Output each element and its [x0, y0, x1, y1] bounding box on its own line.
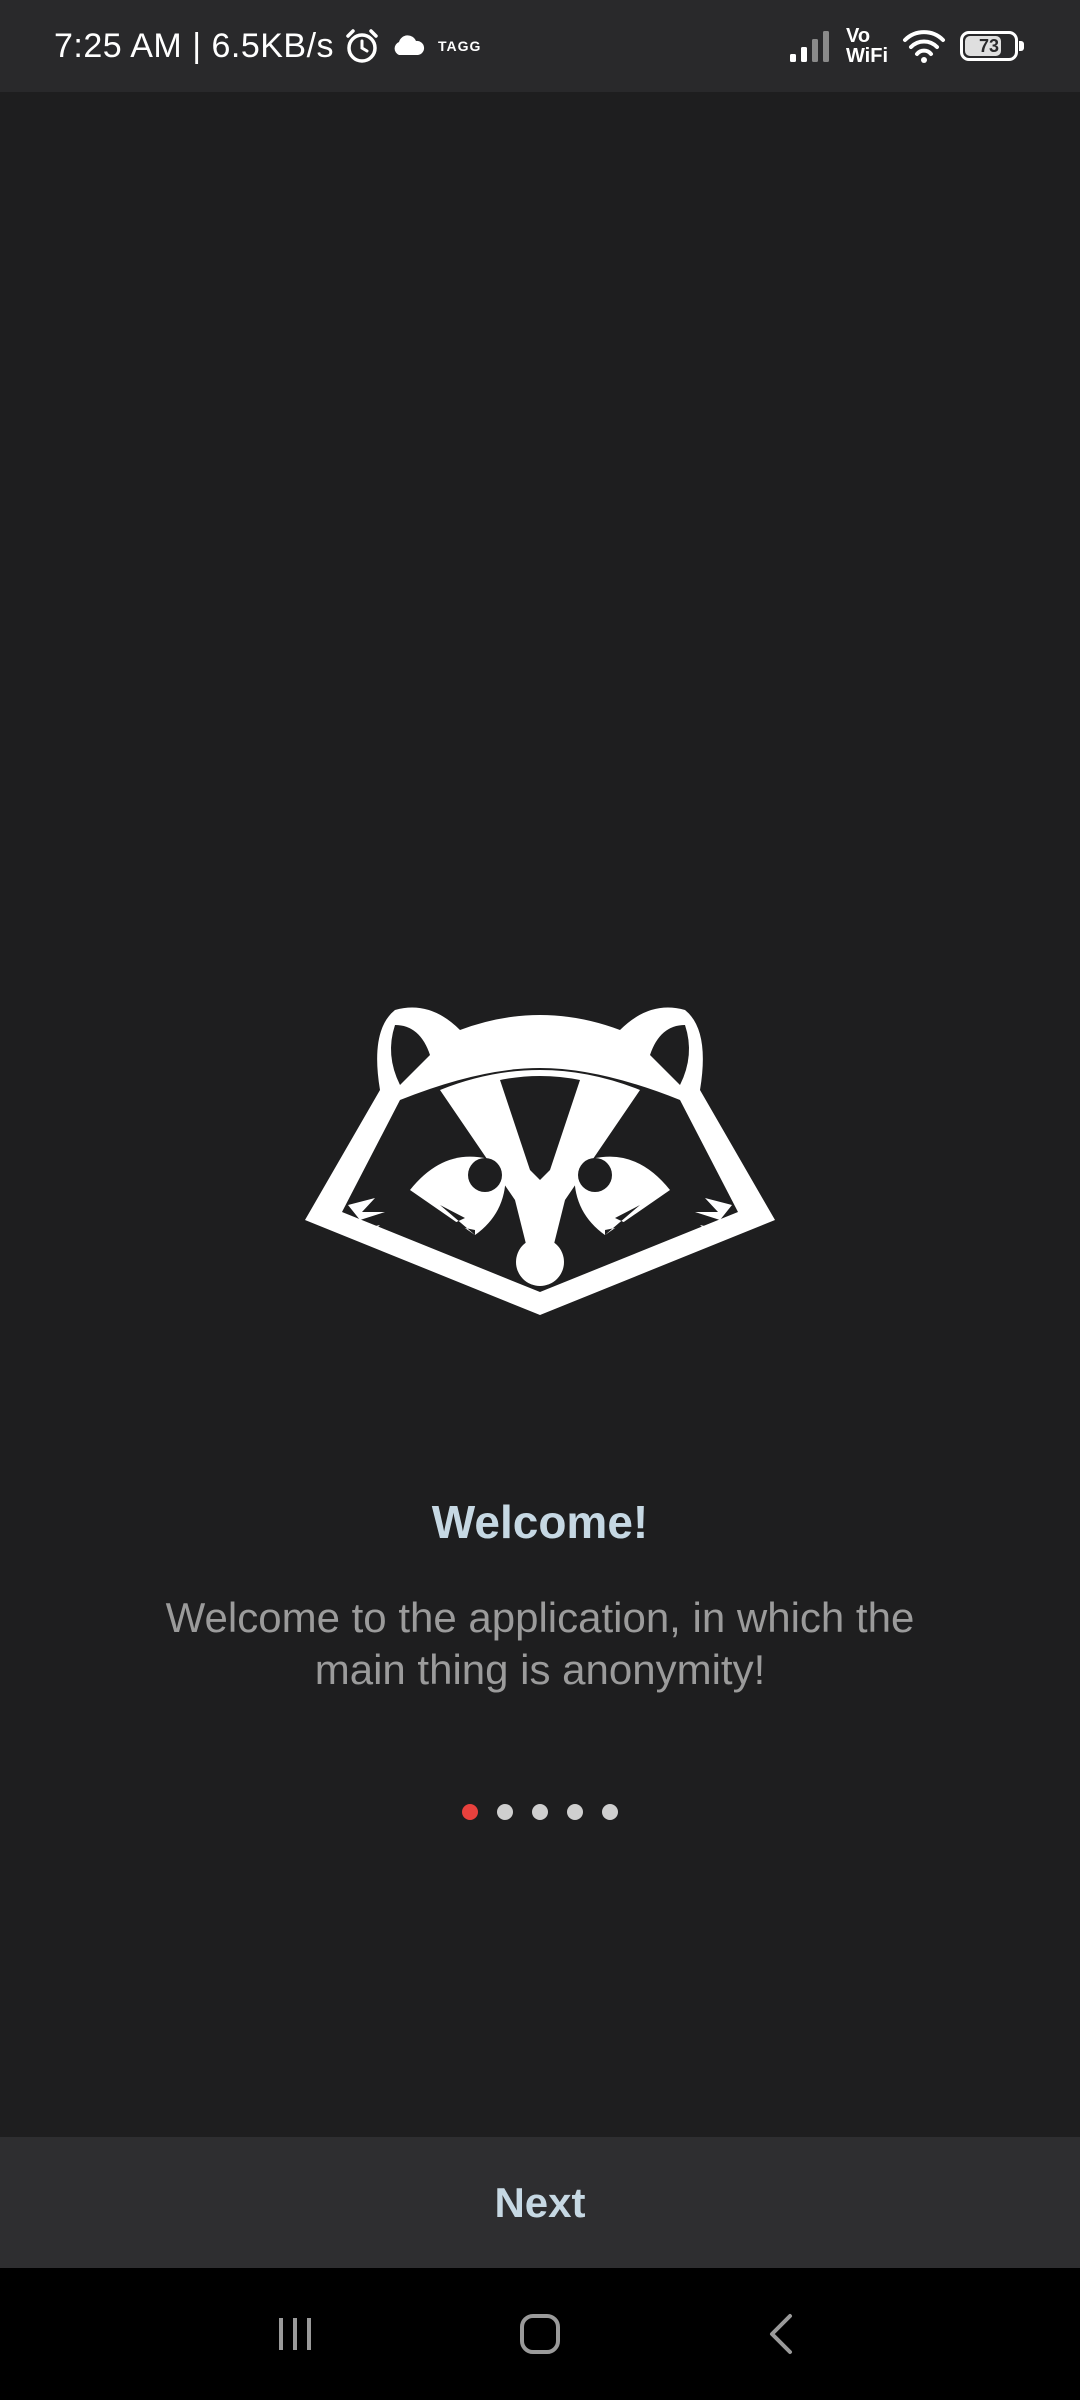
signal-icon	[788, 28, 832, 64]
recents-icon[interactable]	[265, 2304, 325, 2364]
system-nav-bar	[0, 2268, 1080, 2400]
status-bar: 7:25 AM | 6.5KB/s TAGG Vo WiFi 73	[0, 0, 1080, 92]
page-indicator	[0, 1804, 1080, 1820]
page-dot-3	[532, 1804, 548, 1820]
raccoon-logo	[300, 980, 780, 1320]
next-button[interactable]: Next	[0, 2137, 1080, 2268]
vowifi-bottom: WiFi	[845, 45, 888, 67]
welcome-title: Welcome!	[431, 1496, 649, 1548]
status-time: 7:25 AM | 6.5KB/s	[54, 26, 335, 65]
page-dot-4	[567, 1804, 583, 1820]
vowifi-indicator: Vo WiFi	[846, 26, 888, 66]
page-dot-1	[462, 1804, 478, 1820]
cloud-icon	[390, 34, 426, 58]
home-icon[interactable]	[510, 2304, 570, 2364]
wifi-icon	[902, 28, 946, 64]
status-right: Vo WiFi 73	[788, 0, 1024, 92]
welcome-description: Welcome to the application, in which the…	[165, 1594, 915, 1693]
onboarding-screen: 7:25 AM | 6.5KB/s TAGG Vo WiFi 73 Welcom…	[0, 0, 1080, 2400]
page-dot-2	[497, 1804, 513, 1820]
back-icon[interactable]	[752, 2304, 812, 2364]
battery-icon: 73	[960, 31, 1024, 61]
vowifi-top: Vo	[845, 25, 871, 47]
alarm-icon	[342, 26, 382, 66]
status-left: 7:25 AM | 6.5KB/s TAGG	[54, 0, 481, 92]
next-button-label: Next	[494, 2178, 586, 2226]
battery-level: 73	[978, 35, 1000, 56]
tagg-logo: TAGG	[438, 38, 482, 54]
page-dot-5	[602, 1804, 618, 1820]
